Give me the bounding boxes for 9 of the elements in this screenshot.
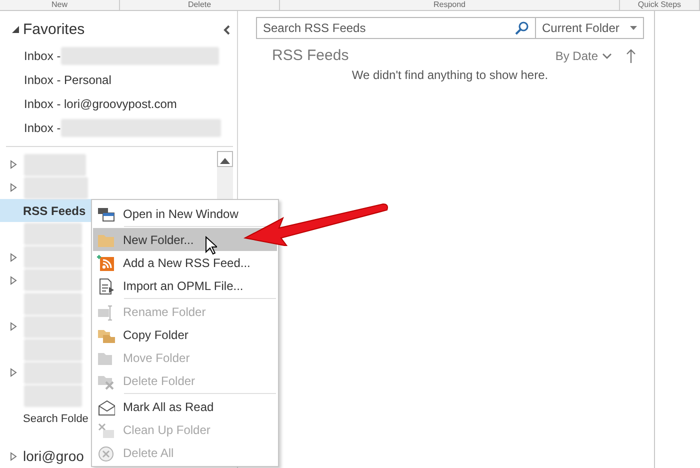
- ribbon-group-label: New: [0, 0, 120, 10]
- ribbon-group-label: Quick Steps: [620, 0, 700, 10]
- favorites-heading: Favorites: [23, 21, 86, 38]
- folder-label: RSS Feeds: [23, 204, 86, 218]
- account-label: lori@groo: [23, 448, 84, 464]
- folder-title: RSS Feeds: [272, 47, 350, 64]
- empty-message: We didn't find anything to show here.: [350, 68, 550, 82]
- ribbon-group-label: Respond: [280, 0, 620, 10]
- ribbon-group-label: Delete: [120, 0, 280, 10]
